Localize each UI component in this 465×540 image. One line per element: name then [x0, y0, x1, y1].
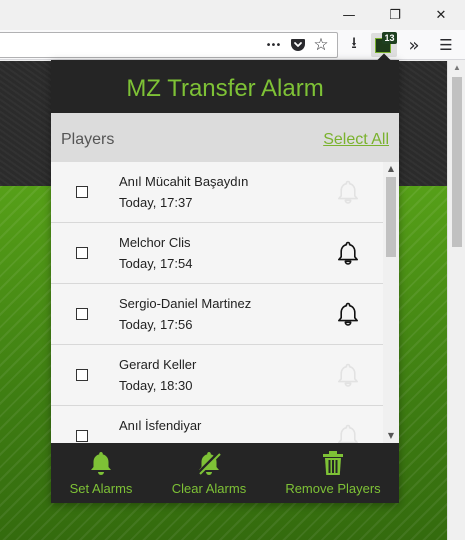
alarm-bell-icon[interactable] [335, 301, 361, 327]
bookmark-button[interactable]: ☆ [310, 30, 332, 60]
minimize-icon: — [342, 7, 356, 23]
page-scrollbar-thumb[interactable] [452, 77, 462, 247]
mz-transfer-alarm-popup: MZ Transfer Alarm Players Select All Anı… [51, 60, 399, 503]
player-checkbox[interactable] [76, 369, 88, 381]
player-name: Anıl Mücahit Başaydın [119, 174, 249, 189]
list-scroll-down-arrow[interactable]: ▼ [383, 429, 399, 443]
players-heading: Players [61, 131, 115, 148]
menu-icon: ☰ [439, 36, 453, 54]
alarm-bell-inactive-icon[interactable] [335, 362, 361, 388]
player-checkbox[interactable] [76, 247, 88, 259]
close-window-button[interactable]: ✕ [418, 0, 464, 30]
player-checkbox[interactable] [76, 308, 88, 320]
page-scrollbar[interactable]: ▲ [447, 61, 465, 540]
close-icon: ✕ [435, 7, 447, 23]
clear-alarms-label: Clear Alarms [171, 481, 247, 496]
window-titlebar: — ❐ ✕ [0, 0, 465, 30]
alarm-bell-inactive-icon[interactable] [335, 423, 361, 443]
clear-alarms-button[interactable]: Clear Alarms [166, 443, 252, 503]
player-row[interactable]: Gerard Keller Today, 18:30 [51, 345, 383, 406]
set-alarms-label: Set Alarms [69, 481, 133, 496]
pocket-button[interactable] [287, 30, 309, 60]
player-deadline: Today, 17:37 [119, 195, 193, 210]
restore-button[interactable]: ❐ [372, 0, 418, 30]
player-row[interactable]: Sergio-Daniel Martinez Today, 17:56 [51, 284, 383, 345]
minimize-button[interactable]: — [326, 0, 372, 30]
remove-players-label: Remove Players [285, 481, 381, 496]
player-deadline: Today, 17:56 [119, 317, 193, 332]
pocket-icon [291, 39, 305, 51]
list-scrollbar-thumb[interactable] [386, 177, 396, 257]
trash-icon [323, 451, 343, 475]
overflow-menu-button[interactable]: » [403, 30, 425, 60]
set-alarms-button[interactable]: Set Alarms [65, 443, 137, 503]
player-name: Sergio-Daniel Martinez [119, 296, 252, 311]
more-icon: ••• [265, 39, 282, 51]
players-list-scrollbar[interactable]: ▲ ▼ [383, 162, 399, 443]
bell-off-icon [197, 451, 221, 475]
bookmark-star-icon: ☆ [313, 35, 329, 55]
overflow-icon: » [408, 34, 420, 56]
player-name: Anıl İsfendiyar [119, 418, 202, 433]
bell-icon [91, 452, 111, 475]
browser-toolbar: ••• ☆ ⭳ 13 » ☰ [0, 30, 465, 60]
player-name: Gerard Keller [119, 357, 197, 372]
alarm-bell-inactive-icon[interactable] [335, 179, 361, 205]
players-section-header: Players Select All [51, 113, 399, 162]
list-scroll-up-arrow[interactable]: ▲ [383, 162, 399, 176]
popup-footer: Set Alarms Clear Alarms Remove Players [51, 443, 399, 503]
download-icon: ⭳ [351, 32, 357, 52]
downloads-button[interactable]: ⭳ [342, 30, 366, 60]
remove-players-button[interactable]: Remove Players [283, 443, 383, 503]
app-menu-button[interactable]: ☰ [434, 30, 458, 60]
page-scroll-up-arrow[interactable]: ▲ [448, 61, 465, 75]
player-deadline: Today, 18:30 [119, 378, 193, 393]
player-name: Melchor Clis [119, 235, 191, 250]
players-list: Anıl Mücahit Başaydın Today, 17:37 Melchor… [51, 162, 399, 443]
player-checkbox[interactable] [76, 186, 88, 198]
player-deadline: Today, 17:54 [119, 256, 193, 271]
player-row[interactable]: Melchor Clis Today, 17:54 [51, 223, 383, 284]
alarm-bell-icon[interactable] [335, 240, 361, 266]
popup-title: MZ Transfer Alarm [51, 60, 399, 113]
restore-icon: ❐ [389, 7, 401, 23]
page-actions-button[interactable]: ••• [262, 30, 284, 60]
player-row[interactable]: Anıl Mücahit Başaydın Today, 17:37 [51, 162, 383, 223]
player-checkbox[interactable] [76, 430, 88, 442]
extension-badge: 13 [382, 32, 397, 44]
select-all-link[interactable]: Select All [323, 113, 389, 166]
player-row[interactable]: Anıl İsfendiyar [51, 406, 383, 443]
